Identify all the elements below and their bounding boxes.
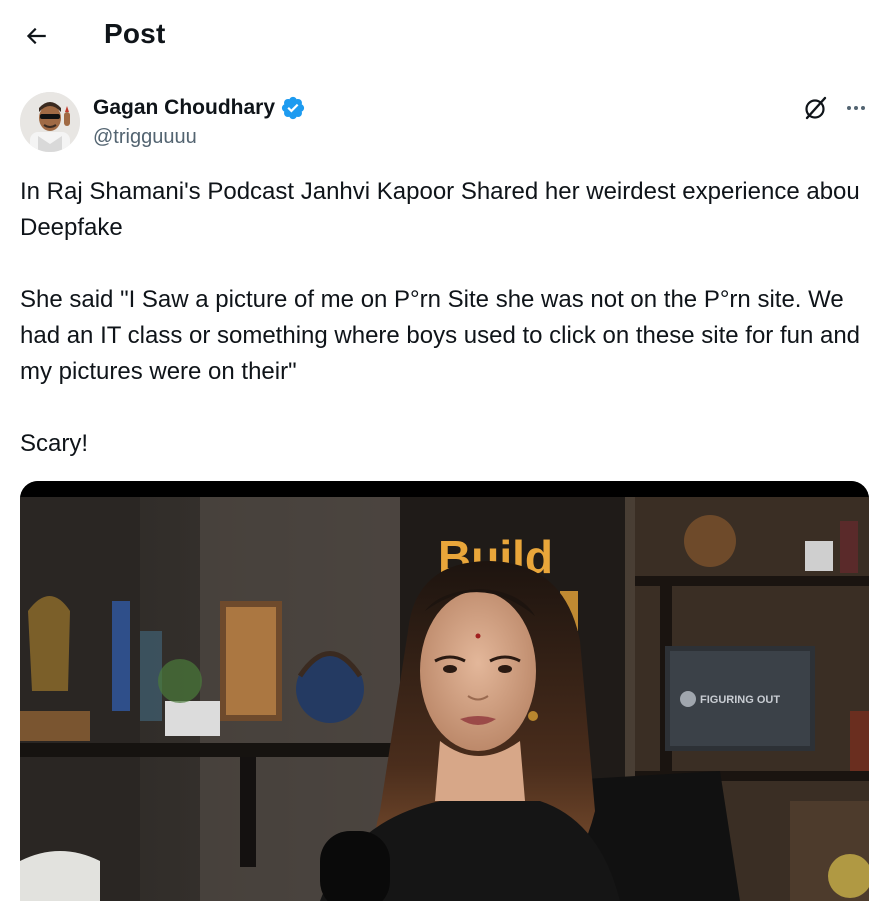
post-header: Post [0,0,872,72]
more-icon [847,106,865,110]
tweet-media[interactable]: Build FIGURING OUT [20,481,869,901]
verified-badge-icon [281,96,305,120]
avatar-image [20,92,80,152]
avatar[interactable] [20,92,80,152]
author-display-name[interactable]: Gagan Choudhary [93,96,275,120]
tweet-text: In Raj Shamani's Podcast Janhvi Kapoor S… [20,174,865,462]
tweet-paragraph: Scary! [20,430,89,457]
grok-icon [805,96,827,120]
back-button[interactable] [16,16,56,56]
tweet-paragraph: In Raj Shamani's Podcast Janhvi Kapoor S… [20,178,867,241]
page-title: Post [104,18,166,49]
grok-button[interactable] [800,92,832,124]
more-button[interactable] [840,92,872,124]
author-name-row[interactable]: Gagan Choudhary [93,95,306,121]
background-screen-text: FIGURING OUT [700,694,780,706]
tweet-paragraph: She said "I Saw a picture of me on P°rn … [20,286,867,385]
arrow-left-icon [26,27,46,45]
author-handle[interactable]: @trigguuuu [93,126,197,149]
media-image: Build FIGURING OUT [20,481,869,901]
